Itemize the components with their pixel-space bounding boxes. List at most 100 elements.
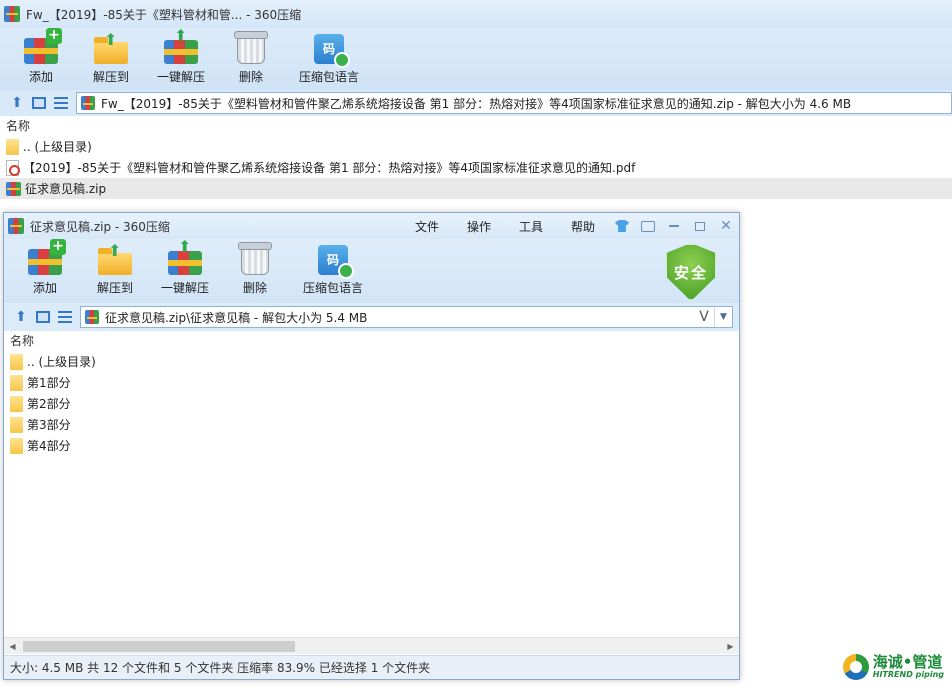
code-page-icon: 码 xyxy=(318,245,354,279)
trash-bin-icon xyxy=(238,242,272,275)
status-bar: 大小: 4.5 MB 共 12 个文件和 5 个文件夹 压缩率 83.9% 已经… xyxy=(4,655,739,679)
code-page-icon: 码 xyxy=(314,34,350,68)
folder-icon xyxy=(10,395,23,412)
one-click-extract-button[interactable]: 一键解压 xyxy=(150,237,220,299)
list-item[interactable]: 征求意见稿.zip xyxy=(0,178,952,199)
list-item-label: .. (上级目录) xyxy=(27,355,96,369)
view-mode-icon[interactable] xyxy=(32,307,54,327)
column-header-name[interactable]: 名称 xyxy=(4,331,739,351)
list-item[interactable]: 第4部分 xyxy=(4,435,739,456)
minimize-icon xyxy=(669,225,679,227)
front-window: 征求意见稿.zip - 360压缩 文件 操作 工具 帮助 ✕ 添加 解压到 一… xyxy=(3,212,740,680)
scroll-thumb[interactable] xyxy=(23,640,295,652)
back-file-list: 名称 .. (上级目录) 【2019】-85关于《塑料管材和管件聚乙烯系统熔接设… xyxy=(0,116,952,199)
list-item-label: 第2部分 xyxy=(27,397,71,411)
list-item[interactable]: 【2019】-85关于《塑料管材和管件聚乙烯系统熔接设备 第1 部分：热熔对接》… xyxy=(0,157,952,178)
one-click-extract-icon xyxy=(168,237,202,275)
archive-app-icon xyxy=(8,218,24,234)
list-view-icon[interactable] xyxy=(54,307,76,327)
scroll-left-icon[interactable]: ◀ xyxy=(4,638,21,655)
front-file-list: 名称 .. (上级目录) 第1部分 第2部分 第3部分 第4部分 xyxy=(4,331,739,637)
list-item[interactable]: .. (上级目录) xyxy=(0,136,952,157)
list-item[interactable]: .. (上级目录) xyxy=(4,351,739,372)
folder-icon xyxy=(6,138,19,155)
watermark-en: HITREND piping xyxy=(872,669,944,679)
up-arrow-icon[interactable]: ⬆ xyxy=(10,307,32,327)
delete-label: 删除 xyxy=(238,70,263,84)
shirt-icon xyxy=(615,220,629,232)
minimize-button[interactable] xyxy=(661,216,687,236)
add-button[interactable]: 添加 xyxy=(6,28,76,88)
message-icon xyxy=(641,220,655,232)
folder-icon xyxy=(10,416,23,433)
archive-language-button[interactable]: 码 压缩包语言 xyxy=(290,239,376,299)
folder-icon xyxy=(10,374,23,391)
back-window-title: Fw_【2019】-85关于《塑料管材和管... - 360压缩 xyxy=(26,7,302,22)
list-item[interactable]: 第1部分 xyxy=(4,372,739,393)
one-click-extract-icon xyxy=(164,26,198,64)
add-archive-icon xyxy=(28,239,66,275)
hitrend-logo-icon xyxy=(842,654,869,680)
extract-to-label: 解压到 xyxy=(92,70,129,84)
delete-button[interactable]: 删除 xyxy=(220,239,290,299)
address-expand-icon[interactable]: V xyxy=(694,307,714,327)
menu-operation[interactable]: 操作 xyxy=(453,218,505,235)
close-button[interactable]: ✕ xyxy=(713,216,739,236)
one-click-extract-button[interactable]: 一键解压 xyxy=(146,26,216,88)
list-item-label: 第3部分 xyxy=(27,418,71,432)
extract-to-button[interactable]: 解压到 xyxy=(76,28,146,88)
pdf-file-icon xyxy=(6,159,20,176)
hitrend-watermark: 海诚•管道 HITREND piping xyxy=(842,654,944,680)
archive-language-button[interactable]: 码 压缩包语言 xyxy=(286,28,372,88)
zip-file-icon xyxy=(81,96,95,110)
zip-file-icon xyxy=(6,181,21,196)
front-address-field[interactable]: 征求意见稿.zip\征求意见稿 - 解包大小为 5.4 MB V ▼ xyxy=(80,306,733,328)
horizontal-scrollbar[interactable]: ◀ ▶ xyxy=(4,637,739,654)
trash-bin-icon xyxy=(234,31,268,64)
list-item-label: 第1部分 xyxy=(27,376,71,390)
watermark-text: 海诚•管道 HITREND piping xyxy=(872,654,944,679)
maximize-button[interactable] xyxy=(687,216,713,236)
scroll-track[interactable] xyxy=(21,638,722,655)
scroll-right-icon[interactable]: ▶ xyxy=(722,638,739,655)
menu-file[interactable]: 文件 xyxy=(401,218,453,235)
add-label: 添加 xyxy=(28,70,53,84)
skin-button[interactable] xyxy=(609,216,635,236)
menu-tools[interactable]: 工具 xyxy=(505,218,557,235)
extract-to-button[interactable]: 解压到 xyxy=(80,239,150,299)
security-shield-badge[interactable]: 安全 xyxy=(665,243,717,301)
archive-app-icon xyxy=(4,6,20,22)
back-address-field[interactable]: Fw_【2019】-85关于《塑料管材和管件聚乙烯系统熔接设备 第1 部分：热熔… xyxy=(76,92,952,114)
front-address-text: 征求意见稿.zip\征求意见稿 - 解包大小为 5.4 MB xyxy=(105,310,368,325)
list-item[interactable]: 第3部分 xyxy=(4,414,739,435)
extract-folder-icon xyxy=(94,30,128,64)
front-titlebar: 征求意见稿.zip - 360压缩 文件 操作 工具 帮助 ✕ xyxy=(4,213,739,239)
list-item-label: 征求意见稿.zip xyxy=(25,182,107,196)
chevron-down-icon[interactable]: ▼ xyxy=(714,307,732,327)
column-header-name[interactable]: 名称 xyxy=(0,116,952,136)
front-address-bar: ⬆ 征求意见稿.zip\征求意见稿 - 解包大小为 5.4 MB V ▼ xyxy=(4,303,739,331)
menu-help[interactable]: 帮助 xyxy=(557,218,609,235)
list-item-label: .. (上级目录) xyxy=(23,140,92,154)
add-button[interactable]: 添加 xyxy=(10,239,80,299)
back-address-bar: ⬆ Fw_【2019】-85关于《塑料管材和管件聚乙烯系统熔接设备 第1 部分：… xyxy=(0,90,952,116)
archive-language-label: 压缩包语言 xyxy=(302,281,363,295)
extract-to-label: 解压到 xyxy=(96,281,133,295)
menu-bar: 文件 操作 工具 帮助 ✕ xyxy=(401,216,739,236)
front-window-title: 征求意见稿.zip - 360压缩 xyxy=(30,219,170,234)
feedback-button[interactable] xyxy=(635,216,661,236)
folder-icon xyxy=(10,437,23,454)
status-text: 大小: 4.5 MB 共 12 个文件和 5 个文件夹 压缩率 83.9% 已经… xyxy=(10,661,431,675)
view-mode-icon[interactable] xyxy=(28,93,50,113)
back-address-text: Fw_【2019】-85关于《塑料管材和管件聚乙烯系统熔接设备 第1 部分：热熔… xyxy=(101,96,852,111)
list-item[interactable]: 第2部分 xyxy=(4,393,739,414)
delete-label: 删除 xyxy=(242,281,267,295)
delete-button[interactable]: 删除 xyxy=(216,28,286,88)
list-view-icon[interactable] xyxy=(50,93,72,113)
one-click-extract-label: 一键解压 xyxy=(156,70,205,84)
back-titlebar: Fw_【2019】-85关于《塑料管材和管... - 360压缩 xyxy=(0,0,952,28)
zip-file-icon xyxy=(85,310,99,324)
add-label: 添加 xyxy=(32,281,57,295)
up-arrow-icon[interactable]: ⬆ xyxy=(6,93,28,113)
extract-folder-icon xyxy=(98,241,132,275)
